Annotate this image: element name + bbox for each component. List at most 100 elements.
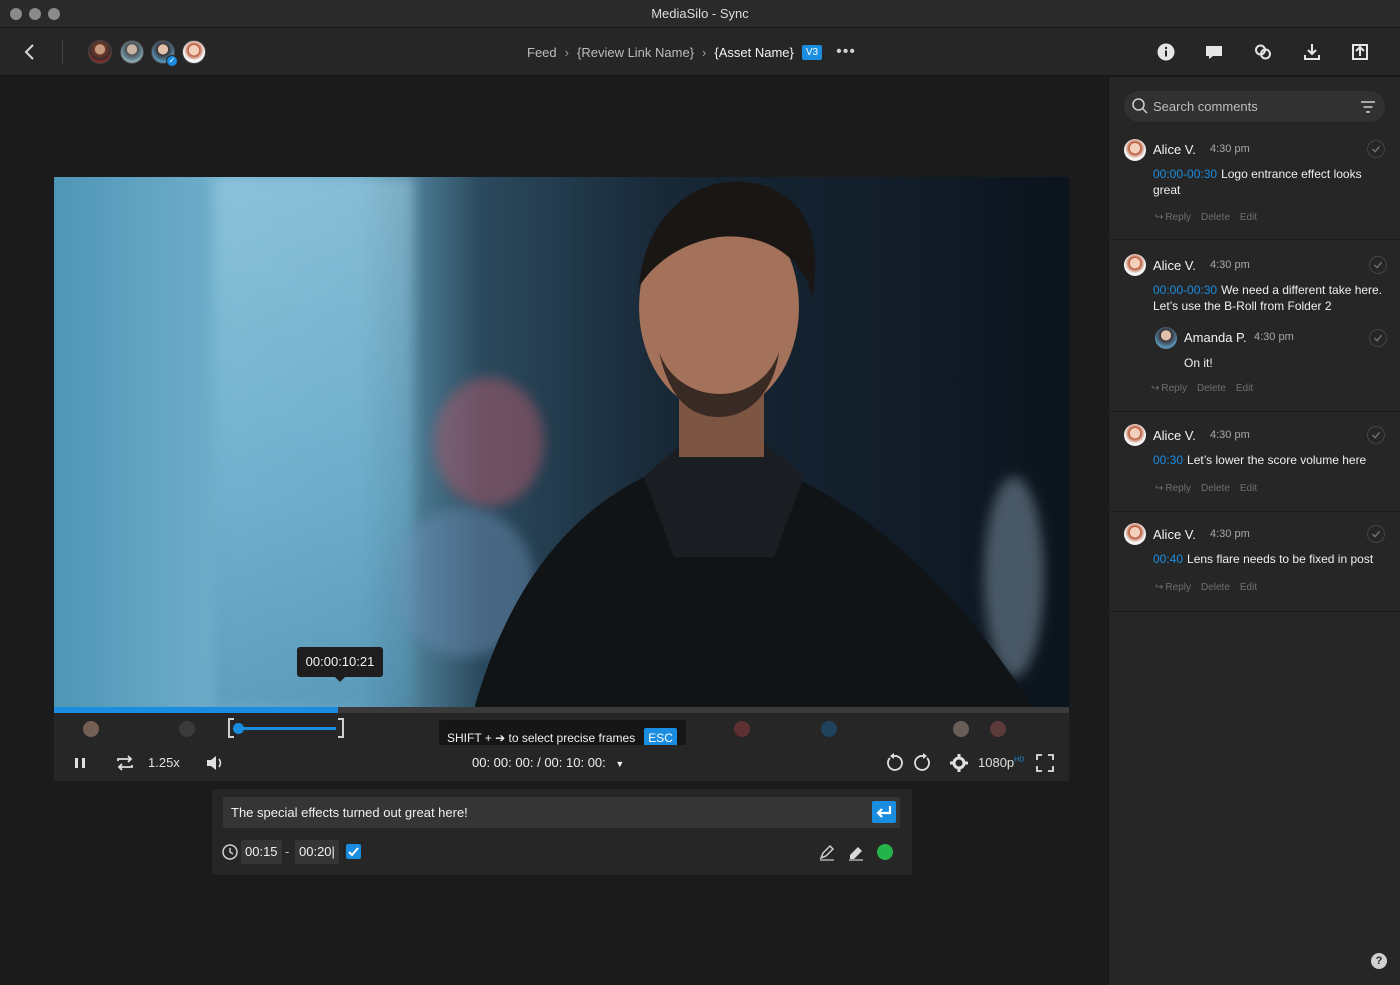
version-badge[interactable]: V3 [801,44,823,60]
reply-text: On it! [1184,356,1213,370]
breadcrumb-asset: {Asset Name} [714,44,794,60]
pause-icon[interactable] [72,751,88,775]
avatar[interactable] [88,40,112,64]
avatar [1124,139,1146,161]
edit-button[interactable]: Edit [1240,483,1257,494]
video-building [214,177,414,709]
verified-check-icon: ✓ [166,55,178,67]
search-comments[interactable]: Search comments [1124,91,1385,122]
resolve-check-icon[interactable] [1367,140,1385,158]
resolve-check-icon[interactable] [1367,525,1385,543]
delete-button[interactable]: Delete [1201,483,1230,494]
reply-time: 4:30 pm [1254,331,1294,343]
video-player[interactable] [54,177,1069,709]
reply-button[interactable]: Reply [1161,383,1187,394]
comment-marker[interactable] [179,721,195,737]
toolbar-divider [62,40,63,64]
pen-icon[interactable] [817,842,837,862]
range-end-handle[interactable] [338,718,344,738]
comment-marker[interactable] [953,721,969,737]
breadcrumb-review-link[interactable]: {Review Link Name} [577,45,694,60]
volume-icon[interactable] [204,751,226,775]
timecode-display[interactable]: 00: 00: 00: / 00: 10: 00: ▼ [472,755,624,770]
edit-button[interactable]: Edit [1240,212,1257,223]
search-input[interactable]: Search comments [1153,99,1258,114]
avatar[interactable] [182,40,206,64]
help-icon[interactable]: ? [1371,953,1387,969]
comment-text: Let’s lower the score volume here [1187,453,1367,467]
comment-body: 00:00-00:30 Logo entrance effect looks gr… [1153,166,1388,198]
comments-icon[interactable] [1202,40,1226,64]
range-knob[interactable] [233,723,244,734]
comment-marker[interactable] [83,721,99,737]
link-icon[interactable] [1251,40,1275,64]
comment-actions: ↪ Reply Delete Edit [1155,483,1257,494]
comment-marker[interactable] [990,721,1006,737]
delete-button[interactable]: Delete [1201,582,1230,593]
edit-button[interactable]: Edit [1236,383,1253,394]
avatar [1124,254,1146,276]
comment-card[interactable]: Alice V. 4:30 pm 00:00-00:30 Logo entranc… [1109,135,1400,240]
info-icon[interactable] [1154,40,1178,64]
avatar [1155,327,1177,349]
comment-marker[interactable] [734,721,750,737]
color-picker[interactable] [877,844,893,860]
comment-time: 4:30 pm [1210,528,1250,540]
clock-icon [222,844,238,860]
start-time-field[interactable]: 00:15 [241,840,282,864]
range-enabled-checkbox[interactable] [346,844,361,859]
filter-icon[interactable] [1359,98,1377,116]
reply-button[interactable]: Reply [1165,483,1191,494]
range-selector[interactable] [228,718,344,738]
delete-button[interactable]: Delete [1197,383,1226,394]
avatar[interactable] [120,40,144,64]
forward-icon[interactable] [912,751,934,775]
download-icon[interactable] [1300,40,1324,64]
reply-arrow-icon: ↪ [1155,483,1164,494]
comment-body: 00:40 Lens flare needs to be fixed in pos… [1153,551,1398,567]
comment-time: 4:30 pm [1210,259,1250,271]
comment-actions: ↪ Reply Delete Edit [1155,582,1257,593]
end-time-field[interactable]: 00:20| [295,840,339,864]
comment-input[interactable] [223,797,900,828]
back-arrow-icon[interactable] [18,40,42,64]
fullscreen-icon[interactable] [1034,751,1056,775]
comment-marker[interactable] [821,721,837,737]
comment-timestamp[interactable]: 00:00-00:30 [1153,283,1217,297]
breadcrumb: Feed › {Review Link Name} › {Asset Name}… [527,42,856,62]
delete-button[interactable]: Delete [1201,212,1230,223]
range-line [236,727,336,730]
settings-gear-icon[interactable] [948,751,970,775]
comment-timestamp[interactable]: 00:40 [1153,552,1183,566]
breadcrumb-feed[interactable]: Feed [527,45,557,60]
comment-card[interactable]: Alice V. 4:30 pm 00:30 Let’s lower the sc… [1109,412,1400,512]
submit-enter-icon[interactable] [872,801,896,823]
quality-label: 1080p [978,755,1015,770]
reply-button[interactable]: Reply [1165,582,1191,593]
top-toolbar: ✓ Feed › {Review Link Name} › {Asset Nam… [0,28,1400,76]
avatar [1124,523,1146,545]
eraser-icon[interactable] [846,842,866,862]
comment-author: Alice V. [1153,142,1196,157]
playback-speed[interactable]: 1.25x [148,755,180,770]
edit-button[interactable]: Edit [1240,582,1257,593]
quality-selector[interactable]: 1080pHD [978,755,1024,770]
resolve-check-icon[interactable] [1369,329,1387,347]
comment-card[interactable]: Alice V. 4:30 pm 00:40 Lens flare needs t… [1109,512,1400,612]
window-title: MediaSilo - Sync [651,6,749,21]
comment-body: 00:00-00:30 We need a different take here… [1153,282,1388,314]
reply-arrow-icon: ↪ [1155,212,1164,223]
reply-button[interactable]: Reply [1165,212,1191,223]
resolve-check-icon[interactable] [1367,426,1385,444]
duration-time: 00: 10: 00: [544,755,606,770]
comment-time: 4:30 pm [1210,429,1250,441]
resolve-check-icon[interactable] [1369,256,1387,274]
loop-icon[interactable] [114,751,136,775]
rewind-icon[interactable] [883,751,905,775]
comment-card[interactable]: Alice V. 4:30 pm 00:00-00:30 We need a di… [1109,240,1400,412]
comment-timestamp[interactable]: 00:00-00:30 [1153,167,1217,181]
comment-timestamp[interactable]: 00:30 [1153,453,1183,467]
reply-author: Amanda P. [1184,330,1247,345]
more-options-icon[interactable]: ••• [836,43,856,61]
upload-icon[interactable] [1348,40,1372,64]
